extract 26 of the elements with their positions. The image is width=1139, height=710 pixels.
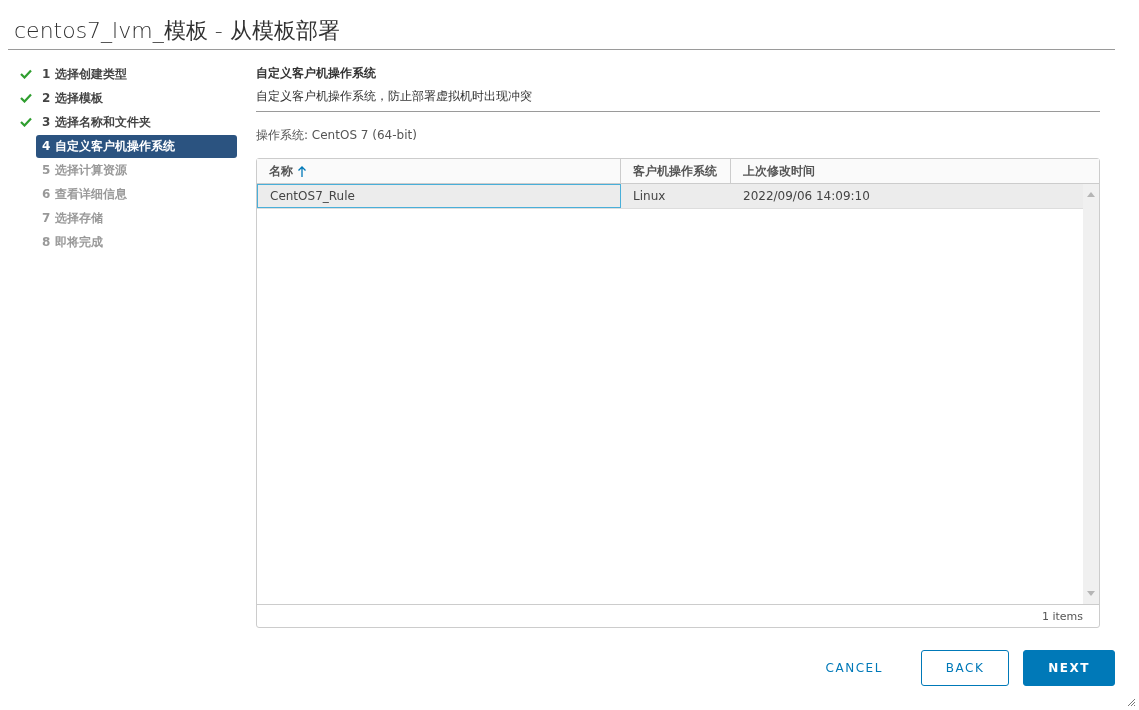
column-label: 上次修改时间 (743, 162, 815, 180)
table-cell: CentOS7_Rule (257, 184, 621, 208)
wizard-step[interactable]: 4 自定义客户机操作系统 (36, 134, 237, 158)
os-label: 操作系统: CentOS 7 (64-bit) (256, 127, 418, 144)
table-cell-text: Linux (632, 188, 667, 205)
scrollbar[interactable] (1083, 184, 1099, 604)
resize-grip-icon (1127, 698, 1136, 707)
item-count: 1 items (1041, 609, 1083, 623)
scroll-down-icon (1087, 591, 1095, 596)
column-label: 名称 (269, 162, 293, 180)
column-header[interactable]: 名称 (257, 159, 621, 183)
column-label: 客户机操作系统 (633, 162, 717, 180)
table-cell-text: 2022/09/06 14:09:10 (742, 188, 871, 205)
table-row[interactable]: CentOS7_Rule Linux 2022/09/06 14:09:10 (257, 184, 1083, 209)
next-button[interactable]: NEXT (1023, 650, 1115, 686)
wizard-step[interactable]: 2 选择模板 (36, 86, 237, 110)
scroll-up-icon (1087, 192, 1095, 197)
column-header[interactable]: 上次修改时间 (731, 159, 1099, 183)
section-description: 自定义客户机操作系统，防止部署虚拟机时出现冲突 (256, 88, 533, 105)
section-title: 自定义客户机操作系统 (256, 65, 377, 82)
wizard-step[interactable]: 1 选择创建类型 (36, 62, 237, 86)
wizard-step[interactable]: 3 选择名称和文件夹 (36, 110, 237, 134)
window-title: centos7_lvm_模板 - 从模板部署 (8, 17, 1115, 50)
back-button[interactable]: BACK (920, 650, 1010, 686)
column-header[interactable]: 客户机操作系统 (621, 159, 731, 183)
cancel-button[interactable]: CANCEL (801, 650, 907, 686)
